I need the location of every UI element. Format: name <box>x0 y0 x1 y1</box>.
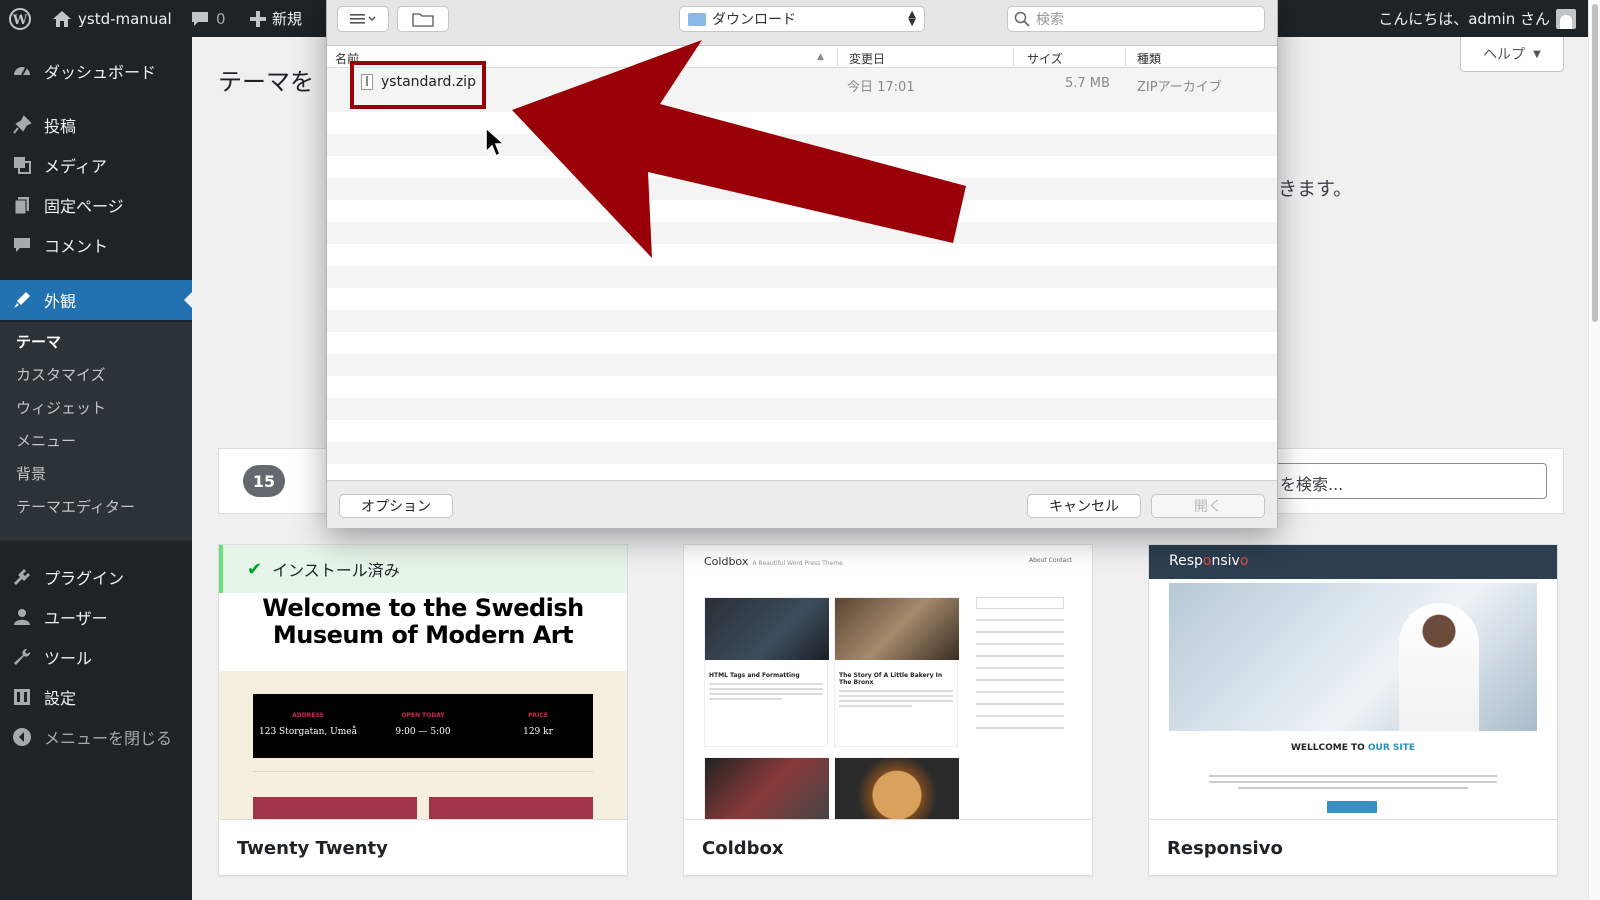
page-scrollbar[interactable] <box>1588 0 1600 900</box>
annotation-arrow-icon <box>512 40 966 258</box>
mouse-cursor-icon <box>485 126 506 158</box>
